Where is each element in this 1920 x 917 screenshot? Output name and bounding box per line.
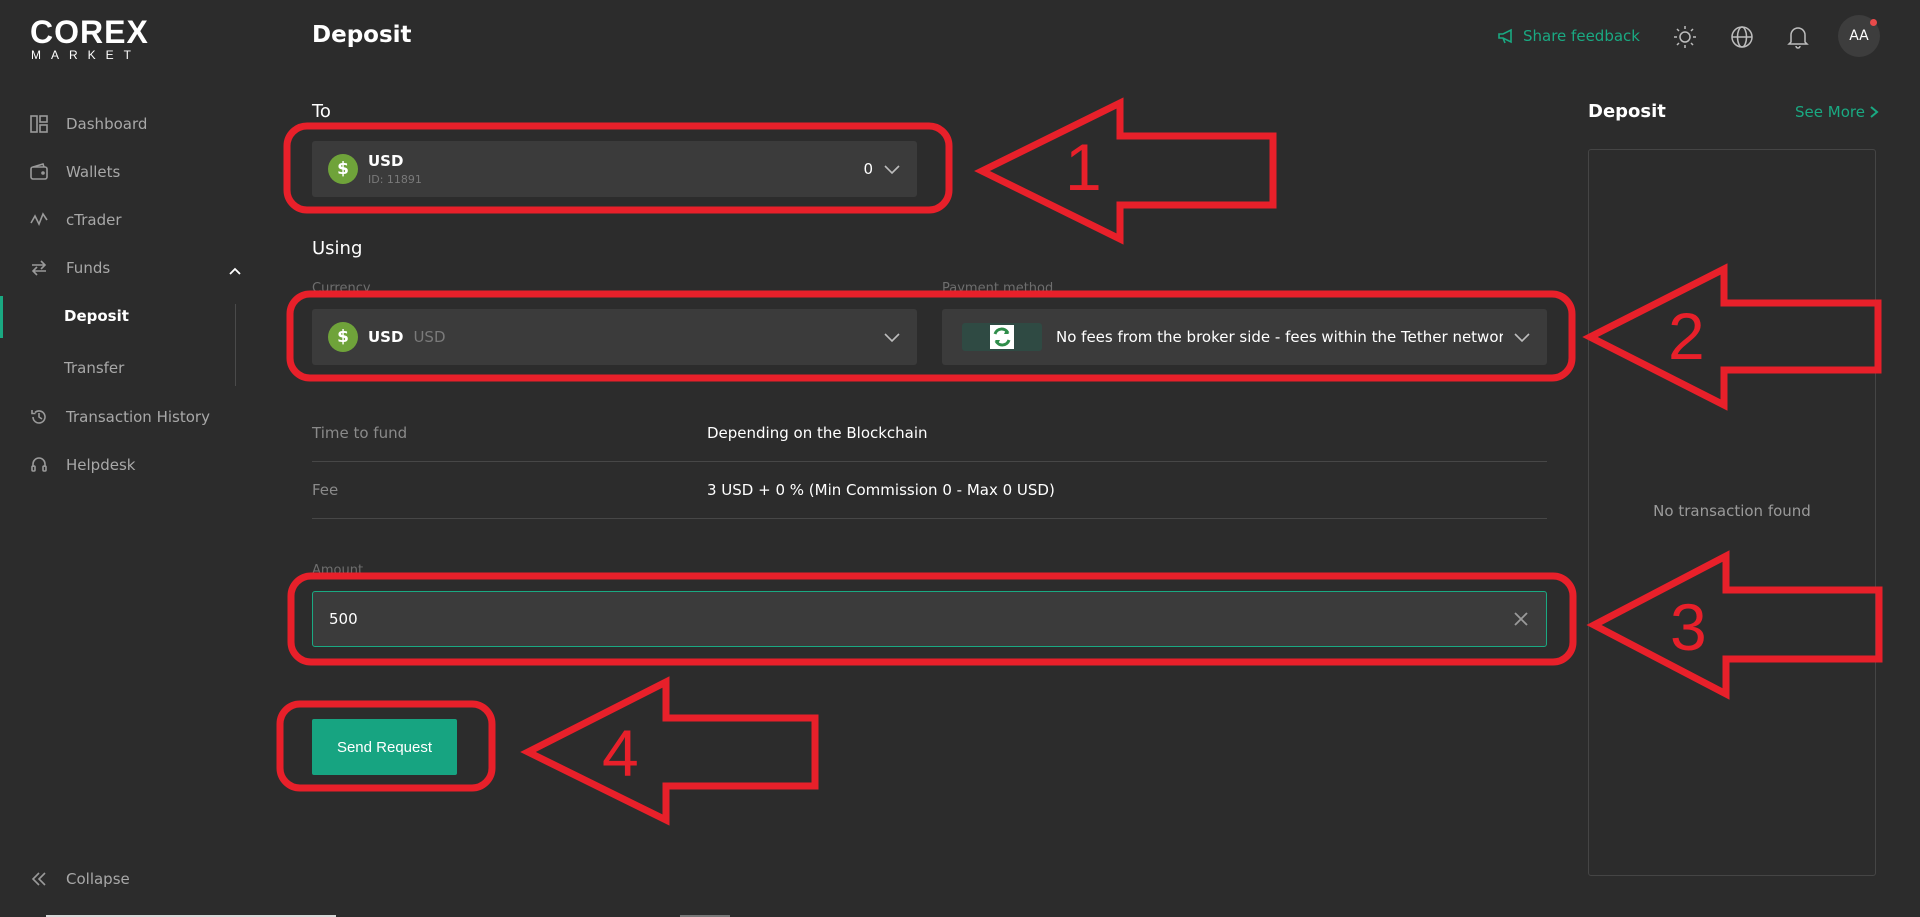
- sun-icon: [1674, 26, 1696, 48]
- dollar-coin-icon: $: [328, 154, 358, 184]
- recent-deposits-title: Deposit: [1588, 101, 1666, 122]
- chevron-down-icon: [884, 333, 900, 343]
- see-more-link[interactable]: See More: [1795, 103, 1879, 121]
- currency-code: USD: [413, 328, 446, 346]
- dashboard-icon: [30, 115, 48, 133]
- row-divider: [312, 461, 1547, 462]
- submenu-divider: [235, 304, 236, 386]
- annotation-number-4: 4: [602, 716, 639, 790]
- sidebar-item-ctrader[interactable]: cTrader: [30, 211, 121, 229]
- chevron-up-icon[interactable]: [228, 264, 242, 278]
- logo-subtitle: MARKET: [31, 48, 142, 62]
- notifications-button[interactable]: [1785, 24, 1811, 50]
- logo-wordmark: COREX: [30, 14, 149, 50]
- active-indicator: [0, 296, 3, 338]
- history-icon: [31, 410, 46, 424]
- currency-value: USD: [368, 328, 404, 346]
- tether-logo-icon: [962, 323, 1042, 351]
- currency-label: Currency: [312, 281, 371, 296]
- account-balance: 0: [863, 160, 873, 178]
- headset-icon: [31, 457, 47, 472]
- time-to-fund-label: Time to fund: [312, 424, 408, 442]
- avatar-initials: AA: [1849, 28, 1869, 44]
- share-feedback-label: Share feedback: [1523, 27, 1640, 45]
- sidebar-item-label: Helpdesk: [66, 456, 136, 474]
- annotation-arrow-1: [974, 97, 1277, 245]
- sidebar-item-transaction-history[interactable]: Transaction History: [30, 408, 210, 426]
- megaphone-icon: [1498, 28, 1512, 44]
- annotation-number-1: 1: [1065, 130, 1102, 204]
- see-more-label: See More: [1795, 103, 1865, 121]
- brand-logo[interactable]: COREX MARKET: [30, 16, 149, 62]
- sidebar-subitem-deposit[interactable]: Deposit: [64, 307, 129, 325]
- sidebar-item-label: Wallets: [66, 163, 121, 181]
- send-request-button[interactable]: Send Request: [312, 719, 457, 775]
- sidebar-item-funds[interactable]: Funds: [30, 259, 110, 277]
- sidebar-item-label: Transaction History: [66, 408, 210, 426]
- chevron-down-icon: [1514, 333, 1530, 343]
- share-feedback-link[interactable]: Share feedback: [1497, 27, 1640, 45]
- payment-method-select[interactable]: No fees from the broker side - fees with…: [942, 309, 1547, 365]
- sidebar-subitem-transfer[interactable]: Transfer: [64, 359, 124, 377]
- app-root: COREX MARKET Dashboard Wallets cTrader F…: [0, 0, 1920, 917]
- using-section-label: Using: [312, 238, 363, 259]
- sidebar-item-label: Dashboard: [66, 115, 148, 133]
- payment-method-value: No fees from the broker side - fees with…: [1056, 328, 1503, 346]
- amount-label: Amount: [312, 563, 364, 578]
- account-info: USD ID: 11891: [368, 152, 863, 186]
- empty-state-text: No transaction found: [1653, 502, 1811, 520]
- fee-label: Fee: [312, 481, 339, 499]
- page-title: Deposit: [312, 22, 412, 48]
- time-to-fund-value: Depending on the Blockchain: [707, 424, 928, 442]
- amount-input[interactable]: 500: [312, 591, 1547, 647]
- account-currency: USD: [368, 152, 404, 170]
- chevron-down-icon: [884, 165, 900, 175]
- fee-value: 3 USD + 0 % (Min Commission 0 - Max 0 US…: [707, 481, 1055, 499]
- account-id: ID: 11891: [368, 173, 422, 186]
- to-section-label: To: [312, 101, 331, 122]
- ctrader-icon: [30, 212, 48, 226]
- theme-toggle[interactable]: [1672, 24, 1698, 50]
- globe-icon: [1731, 26, 1753, 48]
- sidebar-item-label: cTrader: [66, 211, 122, 229]
- notification-dot: [1870, 19, 1877, 26]
- wallet-icon: [30, 163, 48, 180]
- dollar-coin-icon: $: [328, 322, 358, 352]
- account-selector[interactable]: $ USD ID: 11891 0: [312, 141, 917, 197]
- currency-select[interactable]: $ USD USD: [312, 309, 917, 365]
- language-selector[interactable]: [1729, 24, 1755, 50]
- collapse-button[interactable]: Collapse: [30, 870, 130, 888]
- bell-icon: [1787, 27, 1809, 49]
- double-chevron-left-icon: [31, 872, 46, 886]
- sidebar-item-dashboard[interactable]: Dashboard: [30, 115, 147, 133]
- sidebar-item-label: Funds: [66, 259, 111, 277]
- sidebar-item-helpdesk[interactable]: Helpdesk: [30, 456, 135, 474]
- payment-method-label: Payment method: [942, 281, 1054, 296]
- transfer-arrows-icon: [31, 260, 47, 276]
- user-avatar[interactable]: AA: [1838, 15, 1880, 57]
- amount-value: 500: [329, 610, 358, 628]
- collapse-label: Collapse: [66, 870, 130, 888]
- clear-icon[interactable]: [1512, 610, 1530, 628]
- annotation-arrow-4: [520, 676, 819, 826]
- transactions-panel: No transaction found: [1588, 149, 1876, 876]
- sidebar-item-wallets[interactable]: Wallets: [30, 163, 120, 181]
- row-divider: [312, 518, 1547, 519]
- chevron-right-icon: [1870, 106, 1879, 118]
